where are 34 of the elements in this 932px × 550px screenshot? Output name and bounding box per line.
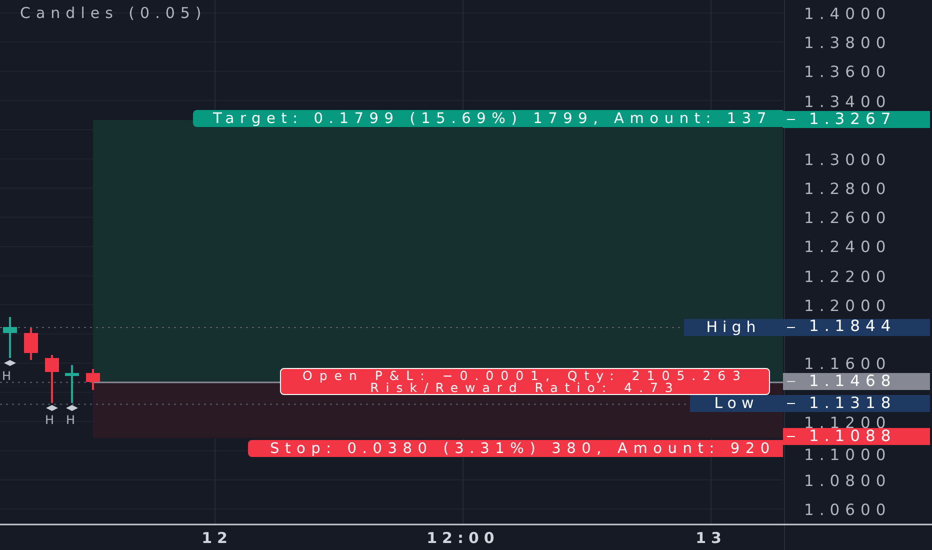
pivot-label: H xyxy=(2,370,12,382)
price-tick: 1.2000 xyxy=(804,298,892,314)
diamond-icon xyxy=(46,405,58,411)
price-tag: 1.1844 xyxy=(783,318,930,336)
target-label: Target: 0.1799 (15.69%) 1799, Amount: 137 xyxy=(193,110,783,127)
diamond-icon xyxy=(66,405,78,411)
price-tick: 1.4000 xyxy=(804,7,892,22)
price-tick: 1.3000 xyxy=(804,152,892,168)
price-tick: 1.1600 xyxy=(804,357,892,373)
pivot-label: H xyxy=(66,414,76,426)
price-tick: 1.2800 xyxy=(804,182,892,198)
price-tick: 1.2200 xyxy=(804,270,892,286)
price-tick: 1.3600 xyxy=(804,65,892,81)
price-tick: 1.1000 xyxy=(804,448,892,464)
price-tag: 1.1468 xyxy=(783,373,930,390)
price-tick: 1.2400 xyxy=(804,240,892,256)
price-tag: 1.3267 xyxy=(783,110,930,128)
price-tag: 1.1318 xyxy=(783,395,930,412)
stop-label: Stop: 0.0380 (3.31%) 380, Amount: 920 xyxy=(248,440,783,457)
price-tick: 1.3400 xyxy=(804,94,892,110)
diamond-icon xyxy=(4,360,16,366)
indicator-label: Candles (0.05) xyxy=(20,6,207,21)
time-tick: 12 xyxy=(202,531,232,546)
time-tick: 12:00 xyxy=(426,531,500,546)
high-label: High xyxy=(684,318,783,336)
low-label: Low xyxy=(690,395,783,412)
time-tick: 13 xyxy=(696,531,726,546)
price-tick: 1.2600 xyxy=(804,211,892,227)
pivot-label: H xyxy=(45,414,54,426)
price-tick: 1.0800 xyxy=(804,474,892,490)
price-tick: 1.3800 xyxy=(804,36,892,52)
price-tick: 1.0600 xyxy=(804,503,892,519)
price-tag: 1.1088 xyxy=(783,428,930,445)
pnl-label: Open P&L: −0.0001, Qty: 2105.263 Risk/Reward Ratio: 4.73 xyxy=(280,368,770,395)
